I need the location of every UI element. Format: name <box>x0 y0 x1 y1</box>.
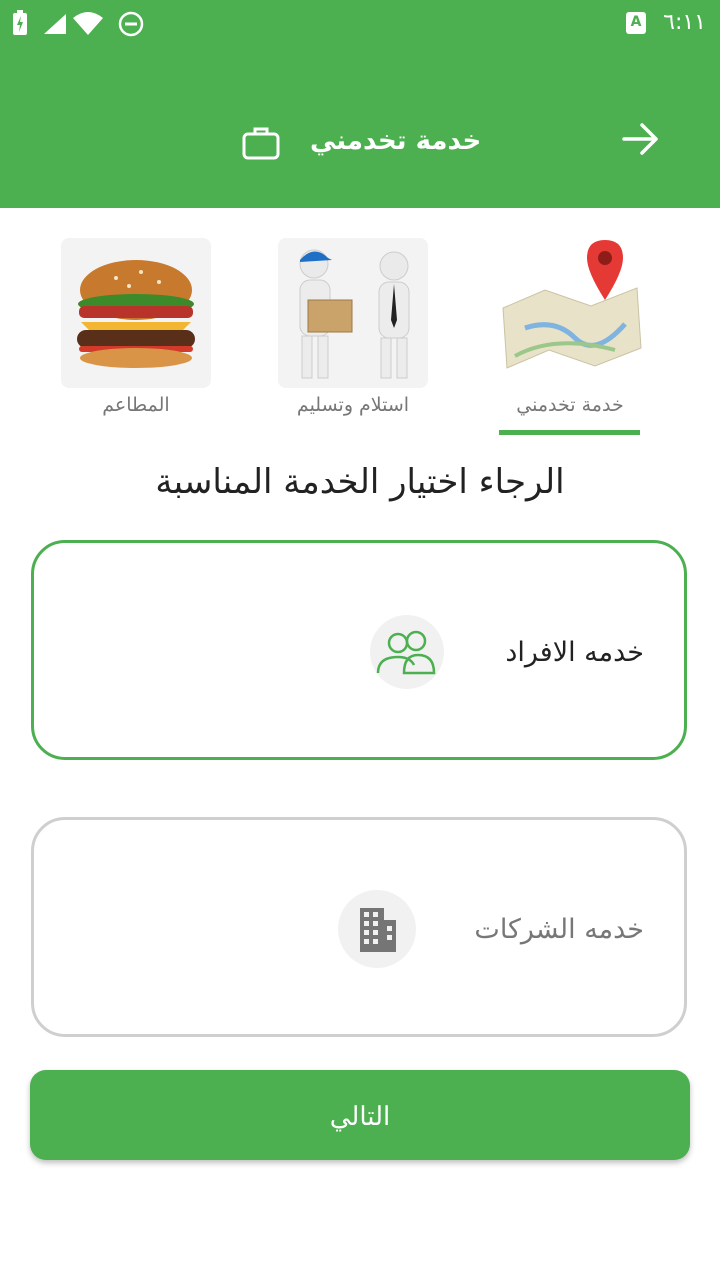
section-heading: الرجاء اختيار الخدمة المناسبة <box>155 462 565 502</box>
signal-icon <box>44 14 66 34</box>
category-label: المطاعم <box>102 394 170 416</box>
selected-tab-indicator <box>499 430 640 435</box>
companies-service-card[interactable]: خدمه الشركات <box>31 817 687 1037</box>
map-pin-icon <box>495 238 645 388</box>
building-icon <box>338 890 416 968</box>
category-label: استلام وتسليم <box>296 394 410 416</box>
individuals-service-card[interactable]: خدمه الافراد <box>31 540 687 760</box>
status-time: ٦:١١ <box>663 10 706 35</box>
keyboard-badge: A <box>626 12 646 34</box>
category-takhdemni[interactable]: خدمة تخدمني <box>495 238 645 416</box>
briefcase-icon <box>242 127 280 160</box>
delivery-people-icon <box>278 238 428 388</box>
wifi-icon <box>73 12 103 35</box>
do-not-disturb-icon <box>118 11 144 37</box>
category-delivery[interactable]: استلام وتسليم <box>278 238 428 416</box>
burger-icon <box>61 238 211 388</box>
app-bar: خدمة تخدمني <box>0 48 720 208</box>
arrow-forward-icon[interactable] <box>620 118 662 160</box>
category-label: خدمة تخدمني <box>516 394 624 416</box>
status-bar: A ٦:١١ <box>0 0 720 48</box>
battery-charging-icon <box>13 10 27 35</box>
page-title: خدمة تخدمني <box>310 126 482 156</box>
category-restaurants[interactable]: المطاعم <box>61 238 211 416</box>
individuals-service-label: خدمه الافراد <box>505 637 644 668</box>
companies-service-label: خدمه الشركات <box>474 914 644 945</box>
people-icon <box>370 615 444 689</box>
next-button[interactable]: التالي <box>30 1070 690 1160</box>
